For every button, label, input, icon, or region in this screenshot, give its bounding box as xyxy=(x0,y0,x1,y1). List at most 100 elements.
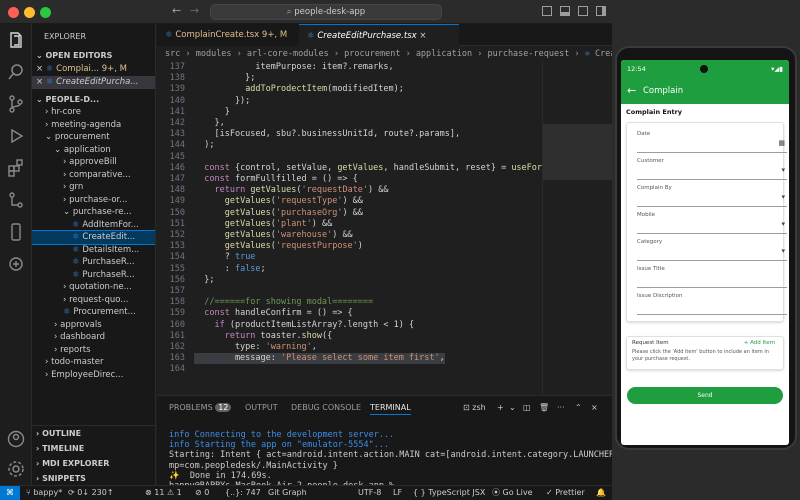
search-icon[interactable] xyxy=(6,62,26,82)
file-item[interactable]: ⚛ PurchaseR... xyxy=(32,256,155,269)
code-area[interactable]: 137 itemPurpose: item?.remarks, 138 }; 139… xyxy=(157,60,542,395)
folder-item[interactable]: › EmployeeDirec... xyxy=(32,369,155,382)
folder-item[interactable]: › meeting-agenda xyxy=(32,119,155,132)
git-graph-button[interactable]: Git Graph xyxy=(268,486,307,500)
back-arrow-icon[interactable]: ← xyxy=(172,4,181,17)
trash-icon[interactable]: 🗑 xyxy=(539,402,549,414)
breadcrumb-item[interactable]: procurement xyxy=(344,49,400,59)
form-field-issue-discription[interactable]: Issue Discription xyxy=(637,293,787,315)
folder-item[interactable]: › approvals xyxy=(32,319,155,332)
timeline-section[interactable]: › TIMELINE xyxy=(32,441,155,456)
split-terminal-icon[interactable]: ◫ xyxy=(523,402,531,414)
folder-item[interactable]: ⌄ purchase-re... xyxy=(32,206,155,219)
form-field-date[interactable]: Date ▦ xyxy=(637,131,787,153)
encoding-selector[interactable]: UTF-8 xyxy=(358,486,381,500)
remote-explorer-icon[interactable] xyxy=(6,254,26,274)
dropdown-arrow-icon[interactable]: ▾ xyxy=(781,166,785,174)
code-line[interactable]: addToProdectItem(modifiedItem); xyxy=(194,84,404,95)
file-item[interactable]: ⚛ DetailsItem... xyxy=(32,244,155,257)
close-icon[interactable]: × xyxy=(36,64,46,74)
file-item[interactable]: ⚛ PurchaseR... xyxy=(32,269,155,282)
mdi-explorer-section[interactable]: › MDI EXPLORER xyxy=(32,456,155,471)
minimize-window-icon[interactable] xyxy=(24,7,35,18)
code-line[interactable]: return toaster.show({ xyxy=(194,331,333,342)
code-line[interactable]: }); xyxy=(194,96,250,107)
folder-item[interactable]: › hr-core xyxy=(32,106,155,119)
code-line[interactable]: getValues('purchaseOrg') && xyxy=(194,208,363,219)
breadcrumb-item[interactable]: purchase-request xyxy=(487,49,569,59)
ports-status[interactable]: ⊘ 0 xyxy=(195,486,209,500)
git-graph-icon[interactable] xyxy=(6,190,26,210)
dropdown-arrow-icon[interactable]: ▾ xyxy=(781,220,785,228)
folder-item[interactable]: › todo-master xyxy=(32,356,155,369)
folder-item[interactable]: › comparative... xyxy=(32,169,155,182)
terminal-shell-selector[interactable]: ⊡ zsh xyxy=(463,402,486,414)
forward-arrow-icon[interactable]: → xyxy=(190,4,199,17)
layout-icon[interactable] xyxy=(596,6,606,16)
calendar-icon[interactable]: ▦ xyxy=(778,139,785,147)
git-branch[interactable]: ⑂ bappy* xyxy=(26,486,62,500)
code-line[interactable]: type: 'warning', xyxy=(194,342,317,353)
code-line[interactable]: } xyxy=(194,107,230,118)
remote-indicator-icon[interactable]: ⌘ xyxy=(0,486,20,500)
add-item-button[interactable]: + Add Item xyxy=(744,340,775,346)
chevron-down-icon[interactable]: ⌄ xyxy=(509,402,516,414)
toggle-sidebar-icon[interactable] xyxy=(542,6,552,16)
back-arrow-icon[interactable]: ← xyxy=(627,78,636,104)
cursor-position[interactable]: {..}: 747 xyxy=(225,486,261,500)
code-line[interactable]: //======for showing modal======== xyxy=(194,297,373,308)
code-line[interactable]: getValues('requestPurpose') xyxy=(194,241,363,252)
code-line[interactable]: [isFocused, sbu?.businessUnitId, route?.… xyxy=(194,129,460,140)
code-line[interactable]: ); xyxy=(194,140,214,151)
more-actions-icon[interactable]: ··· xyxy=(557,402,565,414)
folder-item[interactable]: › dashboard xyxy=(32,331,155,344)
code-line[interactable]: message: 'Please select some item first'… xyxy=(194,353,445,365)
breadcrumb-item[interactable]: arl-core-modules xyxy=(247,49,329,59)
code-line[interactable]: : false; xyxy=(194,264,266,275)
folder-item[interactable]: ⌄ procurement xyxy=(32,131,155,144)
account-icon[interactable] xyxy=(6,429,26,449)
breadcrumb-item[interactable]: src xyxy=(165,49,180,59)
run-debug-icon[interactable] xyxy=(6,126,26,146)
snippets-section[interactable]: › SNIPPETS xyxy=(32,471,155,485)
folder-item[interactable]: › request-quo... xyxy=(32,294,155,307)
form-field-customer[interactable]: Customer ▾ xyxy=(637,158,787,180)
code-line[interactable]: }; xyxy=(194,275,214,286)
source-control-icon[interactable] xyxy=(6,94,26,114)
code-line[interactable]: }; xyxy=(194,73,255,84)
breadcrumb-item[interactable]: application xyxy=(416,49,472,59)
go-live-button[interactable]: ⦿ Go Live xyxy=(492,486,533,500)
folder-item[interactable]: › reports xyxy=(32,344,155,357)
extensions-icon[interactable] xyxy=(6,158,26,178)
files-icon[interactable] xyxy=(6,30,26,50)
file-item[interactable]: ⚛ CreateEdit... xyxy=(32,230,155,245)
code-line[interactable]: ? true xyxy=(194,252,256,263)
tab-create-edit-purchase[interactable]: ⚛ CreateEditPurchase.tsx × xyxy=(299,24,459,46)
code-line[interactable]: }, xyxy=(194,118,224,129)
outline-section[interactable]: › OUTLINE xyxy=(32,426,155,441)
tab-terminal[interactable]: TERMINAL xyxy=(370,402,411,415)
file-item[interactable]: ⚛ AddItemFor... xyxy=(32,219,155,232)
close-window-icon[interactable] xyxy=(8,7,19,18)
tab-problems[interactable]: PROBLEMS 12 xyxy=(169,402,232,414)
code-line[interactable]: getValues('warehouse') && xyxy=(194,230,353,241)
close-panel-icon[interactable]: × xyxy=(591,402,598,414)
toggle-panel-icon[interactable] xyxy=(560,6,570,16)
folder-item[interactable]: › quotation-ne... xyxy=(32,281,155,294)
breadcrumb-item[interactable]: modules xyxy=(196,49,232,59)
language-mode[interactable]: { } TypeScript JSX xyxy=(413,486,485,500)
minimap[interactable] xyxy=(542,62,612,395)
minimap-slider[interactable] xyxy=(543,124,612,180)
dropdown-arrow-icon[interactable]: ▾ xyxy=(781,193,785,201)
code-line[interactable]: itemPurpose: item?.remarks, xyxy=(194,62,393,73)
open-editor-item[interactable]: × ⚛ CreateEditPurcha... xyxy=(32,76,155,89)
open-editor-item[interactable]: × ⚛ Complai... 9+, M xyxy=(32,63,155,76)
close-icon[interactable]: × xyxy=(419,31,426,41)
form-field-mobile[interactable]: Mobile ▾ xyxy=(637,212,787,234)
code-line[interactable]: const formFullfilled = () => { xyxy=(194,174,358,185)
dropdown-arrow-icon[interactable]: ▾ xyxy=(781,247,785,255)
maximize-panel-icon[interactable]: ⌃ xyxy=(575,402,582,414)
add-terminal-icon[interactable]: + xyxy=(497,402,504,414)
file-item[interactable]: ⚛ Procurement... xyxy=(32,306,155,319)
form-field-category[interactable]: Category ▾ xyxy=(637,239,787,261)
